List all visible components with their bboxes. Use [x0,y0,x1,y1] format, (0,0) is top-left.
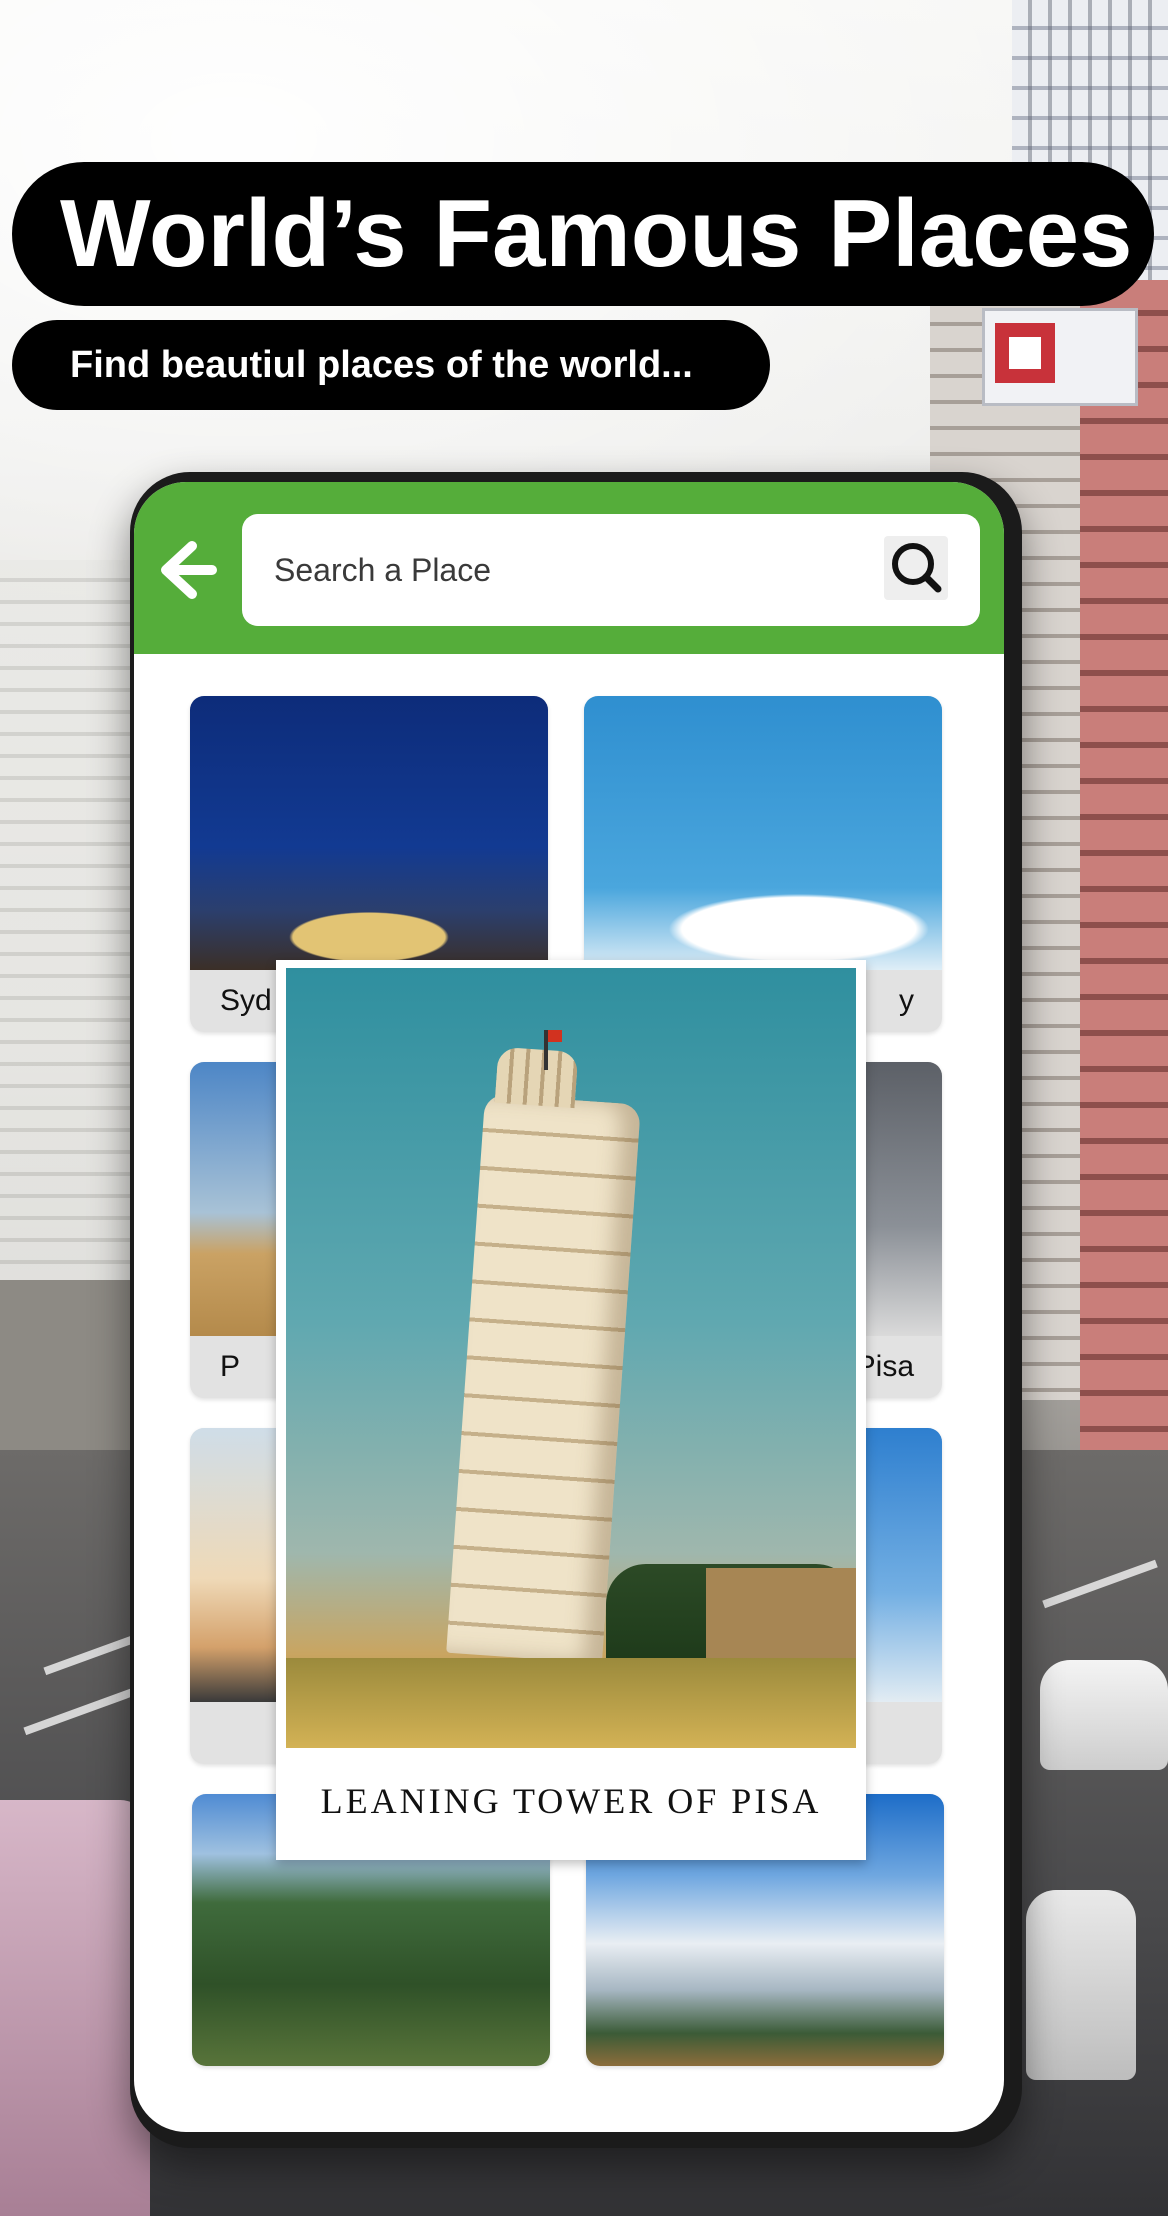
search-button[interactable] [884,536,948,600]
back-button[interactable] [146,530,226,610]
flag-icon [544,1030,562,1070]
headline-title: World’s Famous Places [60,180,1133,287]
subheadline-banner: Find beautiul places of the world... [12,320,770,410]
tower-shape [446,1093,641,1664]
search-input[interactable]: Search a Place [242,514,980,626]
app-bar: Search a Place [134,482,1004,654]
arrow-left-icon [161,541,217,599]
search-icon [892,543,942,593]
featured-place-caption: LEANING TOWER OF PISA [320,1781,822,1821]
headline-subtitle: Find beautiul places of the world... [70,343,693,386]
headline-banner: World’s Famous Places [12,162,1154,306]
sydney-opera-house-photo [190,696,548,970]
search-placeholder: Search a Place [274,552,492,588]
featured-place-popup[interactable]: LEANING TOWER OF PISA [276,960,866,1860]
leaning-tower-of-pisa-photo [286,968,856,1748]
statue-of-liberty-photo [584,696,942,970]
